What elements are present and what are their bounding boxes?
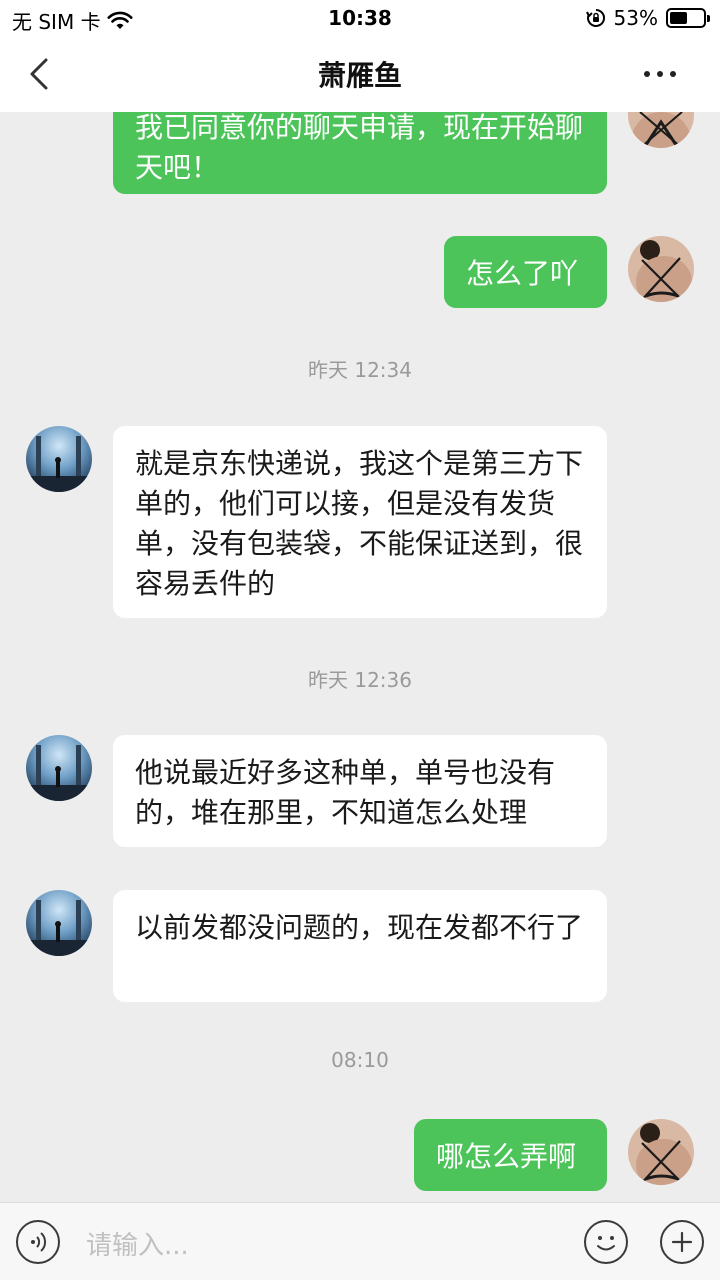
message-bubble-contact[interactable]: 他说最近好多这种单，单号也没有的，堆在那里，不知道怎么处理 — [113, 735, 607, 847]
nav-bar: 萧雁鱼 — [0, 36, 720, 112]
plus-icon[interactable] — [660, 1220, 704, 1264]
avatar-contact-image — [26, 735, 92, 801]
avatar-self-image — [628, 236, 694, 302]
message-text: 我已同意你的聊天申请，现在开始聊天吧！ — [135, 112, 584, 184]
chat-title: 萧雁鱼 — [317, 59, 402, 92]
dot — [670, 71, 676, 77]
message-bubble-contact[interactable]: 就是京东快递说，我这个是第三方下单的，他们可以接，但是没有发货单，没有包装袋，不… — [113, 426, 607, 618]
message-text: 怎么了吖 — [466, 257, 579, 290]
avatar-contact[interactable] — [26, 890, 92, 956]
message-text: 哪怎么弄啊 — [436, 1140, 577, 1173]
plus-icon-glyph — [671, 1231, 693, 1253]
chat-area[interactable]: 我已同意你的聊天申请，现在开始聊天吧！ 怎么了吖 昨天 12:34 就是京东快递… — [0, 112, 720, 1202]
emoji-icon-glyph — [597, 1236, 615, 1251]
avatar-self[interactable] — [628, 1119, 694, 1185]
battery-icon — [666, 8, 710, 28]
dot — [657, 71, 663, 77]
more-dots-icon[interactable] — [638, 62, 682, 86]
message-bubble-self[interactable]: 哪怎么弄啊 — [414, 1119, 607, 1191]
avatar-self[interactable] — [628, 112, 694, 148]
status-bar: 无 SIM 卡 10:38 53% — [0, 0, 720, 36]
voice-icon-glyph — [31, 1232, 47, 1252]
orientation-lock-icon — [585, 9, 605, 27]
message-bubble-self[interactable]: 怎么了吖 — [444, 236, 607, 308]
avatar-self-image — [628, 112, 694, 148]
message-timestamp: 昨天 12:36 — [308, 668, 412, 692]
status-right-group: 53% — [585, 6, 710, 30]
battery-fill — [670, 12, 687, 24]
avatar-self-image — [628, 1119, 694, 1185]
avatar-contact[interactable] — [26, 426, 92, 492]
avatar-contact-image — [26, 426, 92, 492]
message-text: 就是京东快递说，我这个是第三方下单的，他们可以接，但是没有发货单，没有包装袋，不… — [135, 447, 584, 600]
message-input[interactable]: 请输入... — [86, 1225, 189, 1262]
message-bubble-self[interactable]: 我已同意你的聊天申请，现在开始聊天吧！ — [113, 112, 607, 194]
avatar-self[interactable] — [628, 236, 694, 302]
dot — [644, 71, 650, 77]
avatar-contact-image — [26, 890, 92, 956]
message-text: 以前发都没问题的，现在发都不行了 — [135, 911, 584, 944]
input-bar: 请输入... — [0, 1202, 720, 1280]
emoji-icon[interactable] — [584, 1220, 628, 1264]
message-bubble-contact[interactable]: 以前发都没问题的，现在发都不行了 — [113, 890, 607, 1002]
battery-percent: 53% — [613, 6, 658, 30]
message-timestamp: 08:10 — [331, 1048, 389, 1072]
message-timestamp: 昨天 12:34 — [308, 358, 412, 382]
avatar-contact[interactable] — [26, 735, 92, 801]
message-text: 他说最近好多这种单，单号也没有的，堆在那里，不知道怎么处理 — [135, 756, 556, 829]
voice-icon[interactable] — [16, 1220, 60, 1264]
